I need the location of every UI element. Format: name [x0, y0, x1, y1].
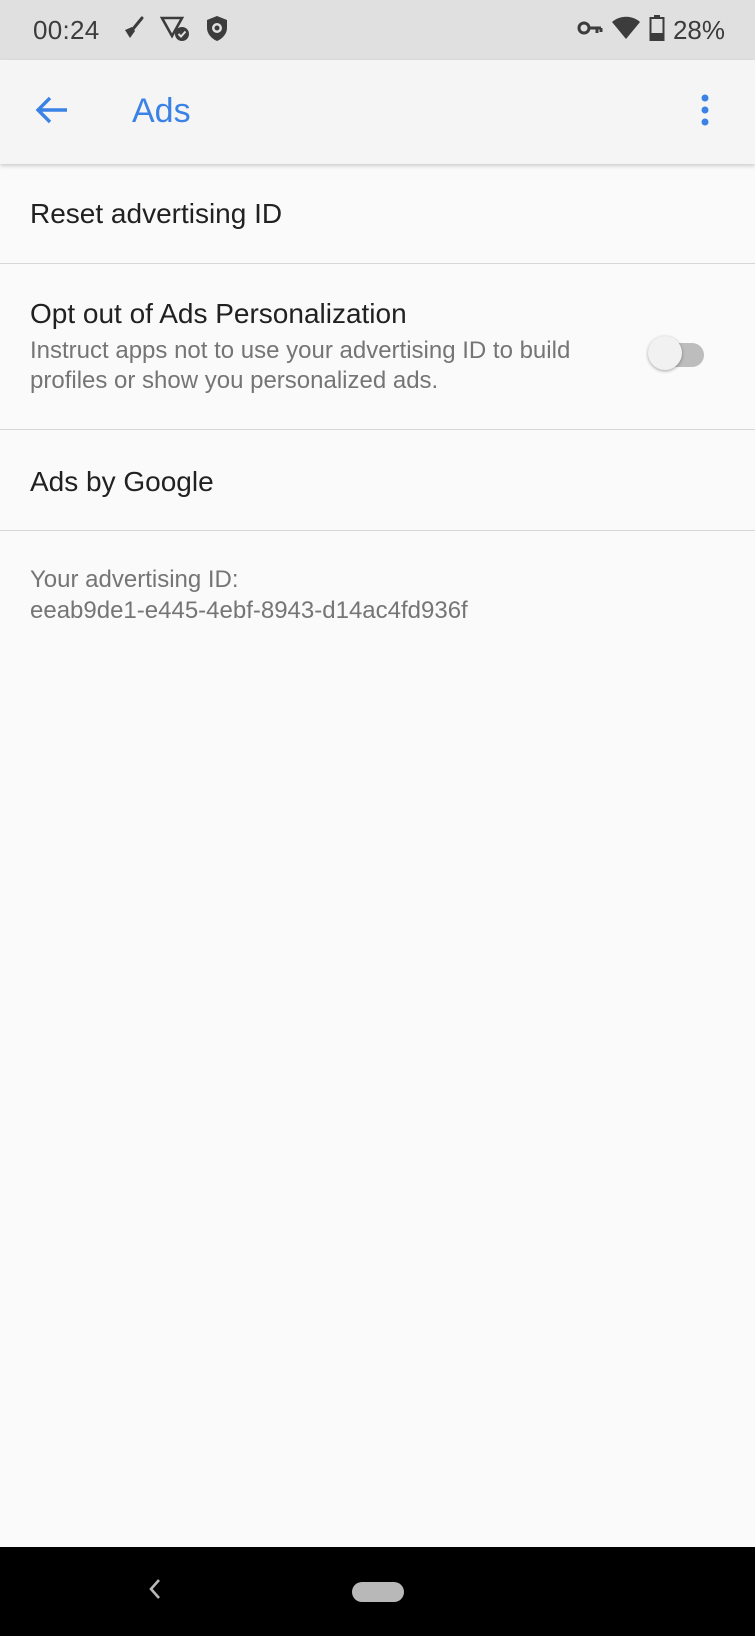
- advertising-id-info: Your advertising ID: eeab9de1-e445-4ebf-…: [30, 564, 468, 626]
- opt-out-toggle[interactable]: [648, 332, 708, 372]
- nav-back-button[interactable]: [140, 1573, 170, 1609]
- settings-list: Reset advertising ID Opt out of Ads Pers…: [0, 164, 755, 531]
- vpn-key-icon: [577, 18, 603, 43]
- reset-advertising-id-label: Reset advertising ID: [30, 198, 283, 229]
- back-button[interactable]: [24, 84, 80, 140]
- battery-percent: 28%: [672, 14, 725, 45]
- status-bar: 00:24 28%: [0, 0, 755, 60]
- arrow-back-icon: [35, 95, 69, 130]
- app-bar: Ads: [0, 60, 755, 164]
- page-title: Ads: [132, 92, 191, 130]
- advertising-id-label: Your advertising ID:: [30, 566, 239, 593]
- navigation-bar: [0, 1547, 755, 1636]
- nav-home-pill-icon[interactable]: [352, 1582, 404, 1602]
- toggle-thumb: [648, 336, 682, 370]
- status-time: 00:24: [33, 14, 100, 45]
- opt-out-personalization-item[interactable]: Opt out of Ads Personalization Instruct …: [0, 264, 755, 430]
- status-right-icons: 28%: [577, 14, 725, 46]
- more-options-button[interactable]: [677, 84, 733, 140]
- lion-shield-icon: [204, 14, 230, 47]
- status-left-icons: [120, 14, 230, 47]
- nav-back-icon: [148, 1578, 162, 1605]
- more-vert-icon: [700, 94, 710, 131]
- opt-out-title: Opt out of Ads Personalization: [30, 298, 407, 329]
- broom-icon: [120, 15, 146, 46]
- battery-icon: [649, 14, 665, 46]
- ads-by-google-label: Ads by Google: [30, 466, 214, 497]
- reset-advertising-id-item[interactable]: Reset advertising ID: [0, 164, 755, 264]
- advertising-id-value: eeab9de1-e445-4ebf-8943-d14ac4fd936f: [30, 597, 468, 624]
- opt-out-summary: Instruct apps not to use your advertisin…: [30, 337, 571, 394]
- ads-by-google-item[interactable]: Ads by Google: [0, 430, 755, 531]
- wifi-icon: [611, 16, 641, 45]
- signal-check-icon: [159, 14, 190, 47]
